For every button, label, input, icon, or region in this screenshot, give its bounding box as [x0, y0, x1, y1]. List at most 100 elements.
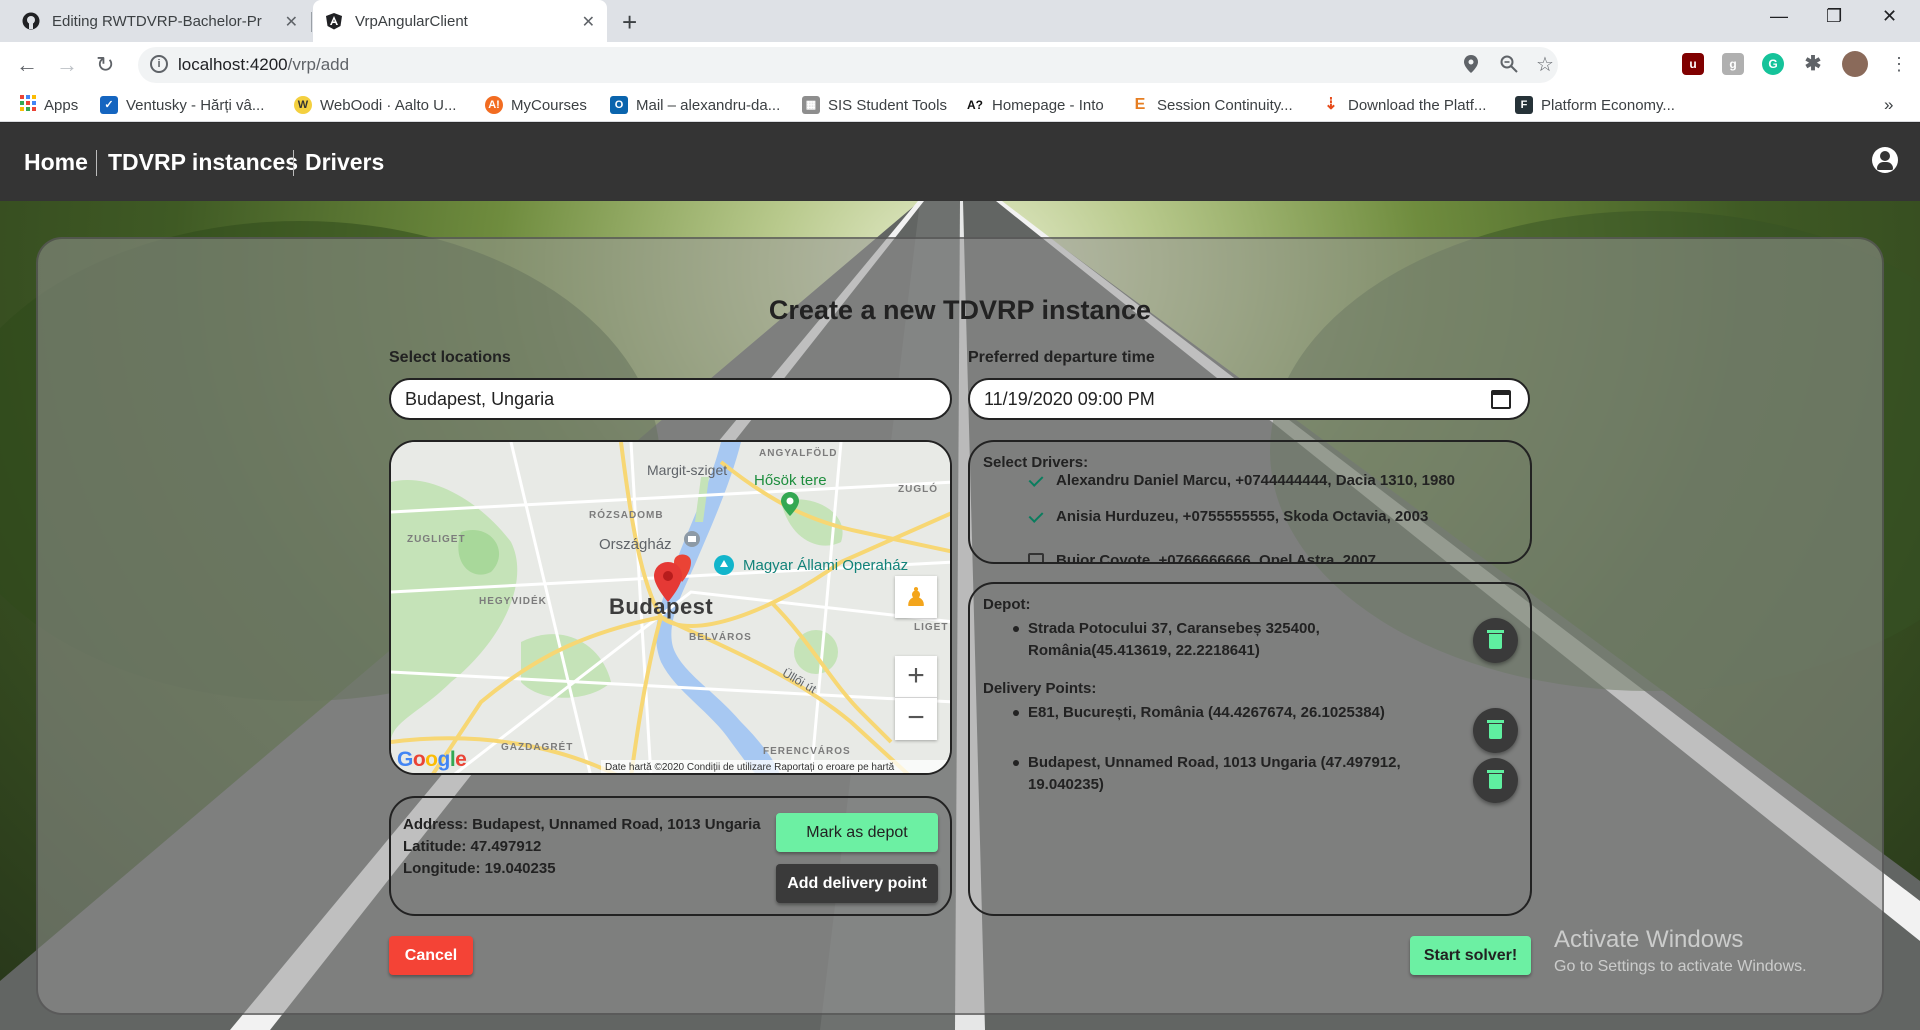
delete-delivery-button[interactable] — [1473, 708, 1518, 753]
zoom-icon[interactable] — [1500, 55, 1518, 78]
location-pin-icon[interactable] — [1464, 55, 1478, 78]
bookmark-into[interactable]: A? Homepage - Into — [966, 95, 1104, 115]
tab-title: VrpAngularClient — [355, 12, 468, 30]
bookmark-star-icon[interactable]: ☆ — [1536, 52, 1554, 77]
checkbox-checked-icon[interactable] — [1028, 509, 1044, 525]
browser-tab-github[interactable]: Editing RWTDVRP-Bachelor-Proje ✕ — [10, 0, 310, 42]
driver-label: Bujor Coyote, +0766666666, Opel Astra, 2… — [1056, 552, 1377, 564]
bookmark-weboodi[interactable]: W WebOodi · Aalto U... — [294, 95, 456, 115]
map-label-margit: Margit-sziget — [647, 462, 728, 478]
extension-gray-icon[interactable]: g — [1722, 53, 1744, 75]
trash-icon — [1489, 774, 1502, 789]
nav-divider — [293, 150, 294, 176]
github-icon — [22, 12, 40, 30]
windows-activation-watermark: Activate Windows Go to Settings to activ… — [1554, 926, 1807, 975]
bookmark-download[interactable]: ⇣ Download the Platf... — [1322, 95, 1486, 115]
departure-time-input[interactable] — [968, 378, 1530, 420]
driver-option[interactable]: Anisia Hurduzeu, +0755555555, Skoda Octa… — [1028, 508, 1428, 525]
google-logo: Google — [397, 748, 467, 771]
account-circle-icon[interactable] — [1872, 147, 1898, 173]
map-label-belvaros: BELVÁROS — [689, 632, 752, 643]
apps-grid-icon — [20, 95, 36, 115]
address-bar[interactable]: i localhost:4200/vrp/add ☆ — [138, 47, 1558, 83]
mycourses-icon: A! — [485, 96, 503, 114]
tab-separator — [311, 12, 312, 32]
grammarly-icon[interactable]: G — [1762, 53, 1784, 75]
ublock-icon[interactable]: u — [1682, 53, 1704, 75]
bookmark-label: Download the Platf... — [1348, 96, 1487, 114]
ventusky-icon: ✓ — [100, 96, 118, 114]
street-view-pegman-icon[interactable]: ♟ — [895, 576, 937, 618]
calendar-icon[interactable] — [1491, 390, 1511, 409]
new-tab-button[interactable]: + — [622, 7, 637, 38]
map-label-liget: LIGET — [914, 622, 949, 633]
driver-label: Alexandru Daniel Marcu, +0744444444, Dac… — [1056, 472, 1456, 489]
drivers-selection-list: Select Drivers: Alexandru Daniel Marcu, … — [968, 440, 1532, 564]
delete-delivery-button[interactable] — [1473, 758, 1518, 803]
map-label-gazdagret: GAZDAGRÉT — [501, 742, 574, 753]
bookmark-label: Mail – alexandru-da... — [636, 96, 781, 114]
zoom-out-button[interactable]: − — [895, 698, 937, 740]
mark-as-depot-button[interactable]: Mark as depot — [776, 813, 938, 852]
trash-icon — [1489, 634, 1502, 649]
puzzle-extensions-icon[interactable]: ✱ — [1802, 53, 1824, 75]
add-delivery-point-button[interactable]: Add delivery point — [776, 864, 938, 903]
map-label-orszaghaz: Országház — [599, 536, 672, 553]
google-map[interactable]: Margit-sziget ANGYALFÖLD Hősök tere ZUGL… — [389, 440, 952, 775]
cancel-button[interactable]: Cancel — [389, 936, 473, 975]
checkbox-unchecked-icon[interactable] — [1028, 552, 1044, 562]
map-attribution[interactable]: Date hartă ©2020 Condiții de utilizare R… — [601, 760, 950, 773]
sis-icon: ▦ — [802, 96, 820, 114]
delete-depot-button[interactable] — [1473, 618, 1518, 663]
site-info-icon[interactable]: i — [150, 55, 168, 73]
nav-tdvrp-instances[interactable]: TDVRP instances — [108, 149, 298, 176]
bookmark-ventusky[interactable]: ✓ Ventusky - Hărți vâ... — [100, 95, 264, 115]
start-solver-button[interactable]: Start solver! — [1410, 936, 1531, 975]
maximize-button[interactable]: ❐ — [1826, 6, 1842, 27]
bookmark-sis[interactable]: ▦ SIS Student Tools — [802, 95, 947, 115]
map-label-ferencvaros: FERENCVÁROS — [763, 746, 851, 757]
watermark-subtitle: Go to Settings to activate Windows. — [1554, 958, 1807, 975]
bookmark-mail[interactable]: O Mail – alexandru-da... — [610, 95, 780, 115]
driver-label: Anisia Hurduzeu, +0755555555, Skoda Octa… — [1056, 508, 1429, 525]
bookmarks-overflow-button[interactable]: » — [1884, 95, 1893, 115]
close-window-button[interactable]: ✕ — [1882, 6, 1897, 27]
locations-label: Select locations — [389, 349, 511, 366]
weboodi-icon: W — [294, 96, 312, 114]
trash-lid — [1487, 770, 1504, 773]
download-icon: ⇣ — [1322, 96, 1340, 114]
profile-avatar[interactable] — [1842, 51, 1868, 77]
nav-divider — [96, 150, 97, 176]
bookmark-label: SIS Student Tools — [828, 96, 947, 114]
bookmark-label: Session Continuity... — [1157, 96, 1293, 114]
opera-pin-icon — [713, 554, 735, 581]
bookmark-mycourses[interactable]: A! MyCourses — [485, 95, 587, 115]
form-panel — [36, 237, 1884, 1015]
back-arrow-icon[interactable]: ← — [16, 52, 38, 78]
bookmark-session[interactable]: E Session Continuity... — [1131, 95, 1293, 115]
location-search-input[interactable] — [389, 378, 952, 420]
close-tab-icon[interactable]: ✕ — [582, 12, 595, 32]
zoom-in-button[interactable]: + — [895, 656, 937, 698]
close-tab-icon[interactable]: ✕ — [285, 12, 298, 32]
delivery-heading: Delivery Points: — [983, 680, 1097, 697]
nav-home[interactable]: Home — [24, 149, 88, 176]
departure-label: Preferred departure time — [968, 349, 1155, 366]
driver-option[interactable]: Bujor Coyote, +0766666666, Opel Astra, 2… — [1028, 552, 1377, 564]
trash-lid — [1487, 630, 1504, 633]
driver-option[interactable]: Alexandru Daniel Marcu, +0744444444, Dac… — [1028, 472, 1455, 489]
address-text: Address: Budapest, Unnamed Road, 1013 Un… — [403, 816, 761, 833]
url-path: /vrp/add — [287, 55, 350, 74]
checkbox-checked-icon[interactable] — [1028, 473, 1044, 489]
trash-icon — [1489, 724, 1502, 739]
bookmark-platform[interactable]: F Platform Economy... — [1515, 95, 1675, 115]
bookmark-label: Homepage - Into — [992, 96, 1104, 114]
chrome-menu-icon[interactable]: ⋮ — [1890, 54, 1908, 75]
browser-tab-active[interactable]: VrpAngularClient ✕ — [313, 0, 607, 42]
nav-drivers[interactable]: Drivers — [305, 149, 384, 176]
minimize-button[interactable]: — — [1770, 6, 1788, 27]
bookmark-apps[interactable]: Apps — [20, 95, 78, 115]
reload-icon[interactable]: ↻ — [96, 52, 114, 78]
forward-arrow-icon[interactable]: → — [56, 52, 78, 78]
bookmark-label: Apps — [44, 96, 79, 114]
